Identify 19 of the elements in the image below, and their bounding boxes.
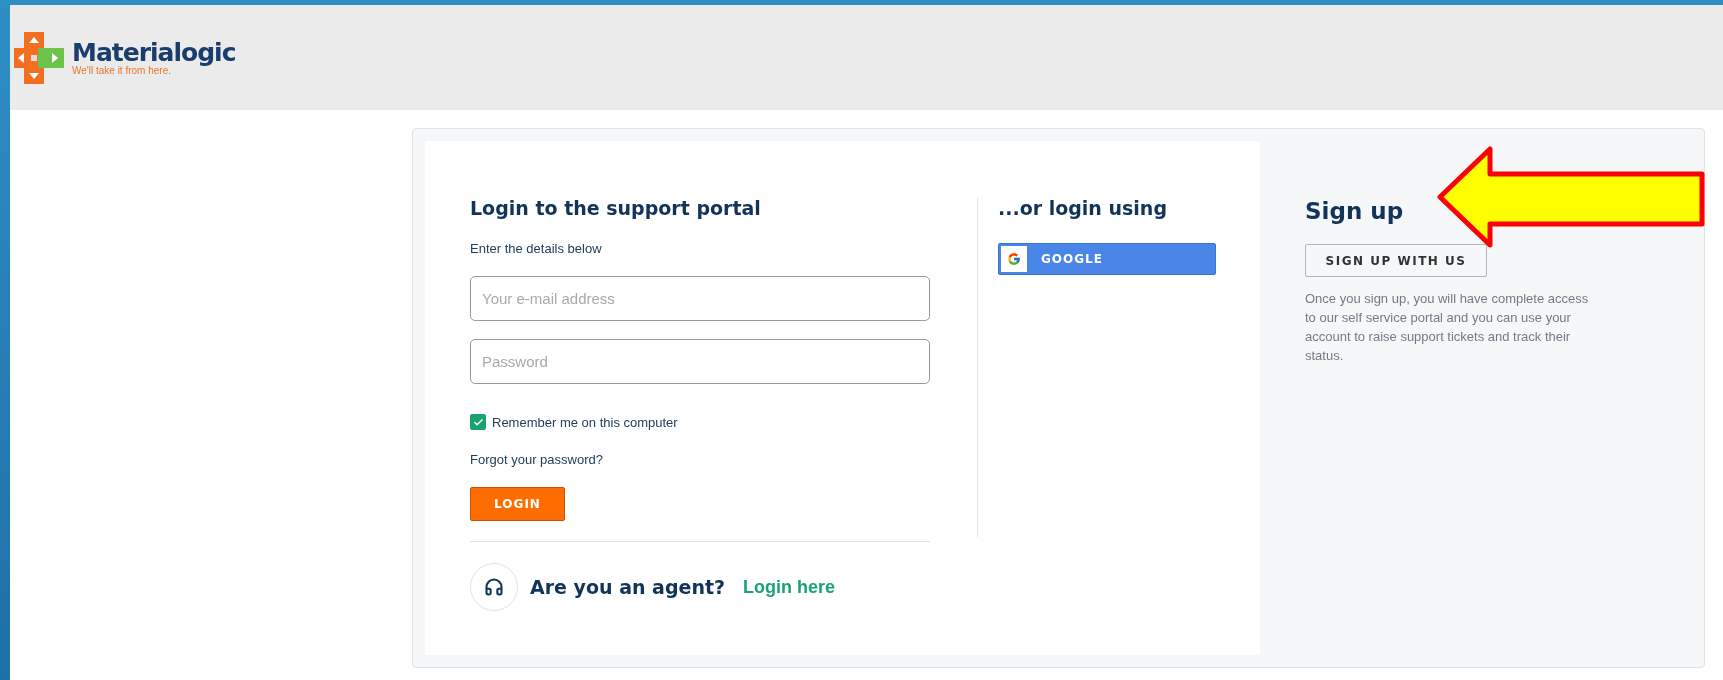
google-icon [1001, 246, 1027, 272]
brand-name: Materialogic [72, 39, 236, 65]
login-title: Login to the support portal [470, 197, 762, 219]
forgot-password-link[interactable]: Forgot your password? [470, 452, 603, 467]
login-button[interactable]: LOGIN [470, 487, 565, 521]
email-field[interactable]: Your e-mail address [470, 276, 930, 321]
tagline: We'll take it from here. [72, 64, 171, 76]
check-icon [472, 416, 484, 428]
password-field[interactable]: Password [470, 339, 930, 384]
google-login-button[interactable]: GOOGLE [998, 243, 1216, 275]
agent-login-link[interactable]: Login here [743, 576, 836, 598]
agent-question: Are you an agent? [530, 576, 726, 598]
remember-label: Remember me on this computer [492, 414, 678, 430]
login-subtitle: Enter the details below [470, 241, 603, 256]
social-login-title: ...or login using [998, 197, 1168, 219]
signup-button[interactable]: SIGN UP WITH US [1305, 244, 1487, 277]
remember-checkbox[interactable] [470, 414, 486, 430]
signup-description: Once you sign up, you will have complete access to our self service portal and you can use your account to raise support tickets and track their status. [1305, 290, 1590, 365]
signup-title: Sign up [1305, 198, 1405, 224]
